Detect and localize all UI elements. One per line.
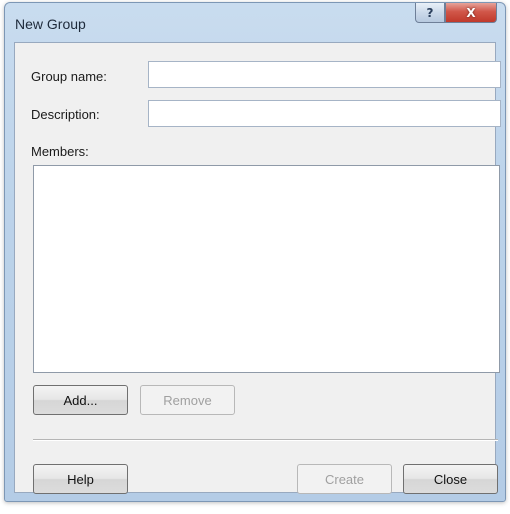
description-input[interactable] [148,100,501,127]
members-list[interactable] [33,165,500,373]
description-label: Description: [31,107,100,122]
add-button[interactable]: Add... [33,385,128,415]
dialog-body: Group name: Description: Members: Add...… [14,42,501,494]
help-button[interactable]: Help [33,464,128,494]
new-group-dialog: New Group ? X Group name: Description: M… [4,2,506,502]
close-button[interactable]: Close [403,464,498,494]
title-bar: New Group ? X [5,3,505,43]
remove-button[interactable]: Remove [140,385,235,415]
separator [33,439,498,441]
titlebar-close-button[interactable]: X [445,3,497,23]
members-label: Members: [31,144,89,159]
group-name-label: Group name: [31,69,107,84]
close-icon: X [466,5,476,20]
group-name-input[interactable] [148,61,501,88]
create-button[interactable]: Create [297,464,392,494]
titlebar-help-button[interactable]: ? [415,3,445,23]
window-title: New Group [15,16,86,32]
question-icon: ? [426,5,434,20]
